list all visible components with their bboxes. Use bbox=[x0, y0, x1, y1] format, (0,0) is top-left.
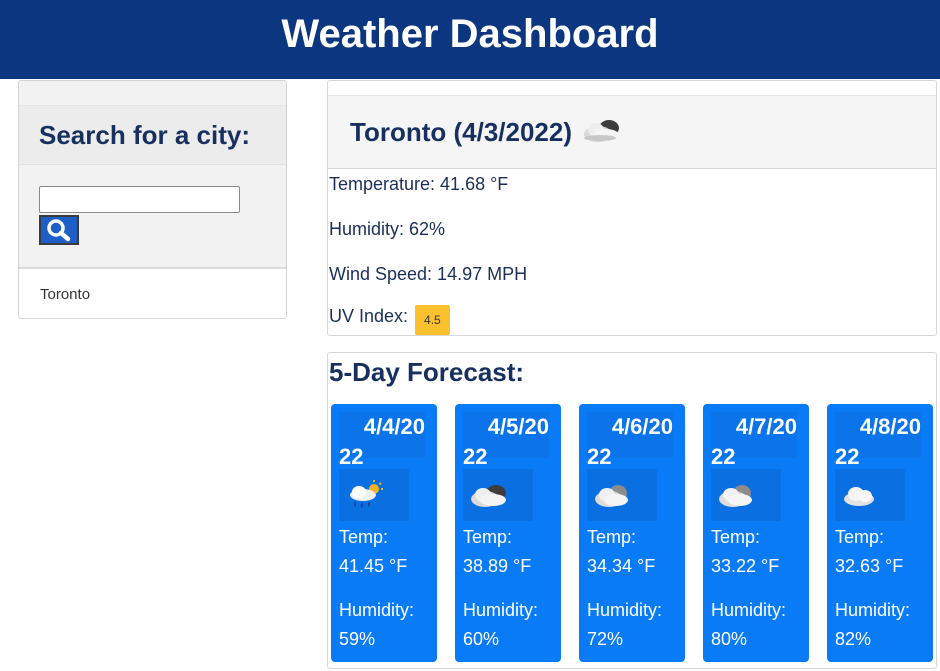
forecast-temp: 38.89 °F bbox=[463, 556, 532, 576]
forecast-temp: 32.63 °F bbox=[835, 556, 904, 576]
forecast-date: 4/5/20 22 bbox=[463, 412, 549, 469]
uv-index-label: UV Index: bbox=[329, 306, 409, 326]
current-wind-speed: Wind Speed: 14.97 MPH bbox=[329, 264, 528, 284]
forecast-date-line: 22 bbox=[463, 444, 488, 469]
forecast-card: 4/7/20 22 Temp: 33.22 °F Humidity: 80% bbox=[703, 404, 809, 662]
forecast-date: 4/8/20 22 bbox=[835, 412, 921, 469]
forecast-humidity: 59% bbox=[339, 629, 376, 649]
forecast-date: 4/4/20 22 bbox=[339, 412, 425, 469]
forecast-date: 4/6/20 22 bbox=[587, 412, 673, 469]
forecast-heading: 5-Day Forecast: bbox=[329, 357, 525, 387]
forecast-date-line: 4/8/20 bbox=[859, 414, 921, 439]
rain-sun-icon bbox=[339, 469, 409, 521]
forecast-date-line: 22 bbox=[711, 444, 736, 469]
forecast-temp-label: Temp: bbox=[339, 527, 389, 547]
forecast-humidity: 60% bbox=[463, 629, 500, 649]
forecast-date-line: 4/6/20 bbox=[611, 414, 673, 439]
app-header: Weather Dashboard bbox=[0, 0, 940, 79]
forecast-date: 4/7/20 22 bbox=[711, 412, 797, 469]
current-temperature: Temperature: 41.68 °F bbox=[329, 174, 509, 194]
forecast-card: 4/8/20 22 Temp: 32.63 °F Humidity: 82% bbox=[827, 404, 933, 662]
search-area bbox=[19, 165, 286, 269]
city-search-input[interactable] bbox=[39, 186, 240, 213]
page-title: Weather Dashboard bbox=[281, 12, 659, 56]
forecast-date-line: 4/7/20 bbox=[735, 414, 797, 439]
forecast-temp-label: Temp: bbox=[587, 527, 637, 547]
forecast-humidity: 80% bbox=[711, 629, 748, 649]
current-uv-index: UV Index: 4.5 bbox=[329, 303, 450, 335]
search-panel-top bbox=[19, 81, 286, 106]
forecast-temp: 33.22 °F bbox=[711, 556, 780, 576]
forecast-humidity-label: Humidity: bbox=[463, 600, 539, 620]
forecast-temp-label: Temp: bbox=[711, 527, 761, 547]
current-city-title: Toronto (4/3/2022) bbox=[350, 116, 573, 147]
forecast-date-line: 4/5/20 bbox=[487, 414, 549, 439]
search-panel: Search for a city: Toronto bbox=[18, 80, 287, 319]
forecast-humidity: 72% bbox=[587, 629, 624, 649]
partly-cloudy-night-icon bbox=[580, 115, 624, 150]
forecast-humidity-label: Humidity: bbox=[711, 600, 787, 620]
search-heading: Search for a city: bbox=[19, 106, 286, 165]
forecast-humidity-label: Humidity: bbox=[835, 600, 911, 620]
broken-clouds-icon bbox=[587, 469, 657, 521]
current-weather-panel: Toronto (4/3/2022) Temperature: 41.68 °F… bbox=[327, 80, 937, 336]
search-button[interactable] bbox=[39, 215, 79, 245]
forecast-card: 4/6/20 22 Temp: 34.34 °F Humidity: 72% bbox=[579, 404, 685, 662]
forecast-temp: 34.34 °F bbox=[587, 556, 656, 576]
forecast-card: 4/5/20 22 Temp: 38.89 °F Humidity: 60% bbox=[455, 404, 561, 662]
forecast-panel: 5-Day Forecast: 4/4/20 22 Temp: 41.45 °F… bbox=[327, 352, 937, 669]
current-weather-header: Toronto (4/3/2022) bbox=[328, 95, 936, 169]
forecast-date-line: 4/4/20 bbox=[363, 414, 425, 439]
forecast-date-line: 22 bbox=[587, 444, 612, 469]
forecast-card: 4/4/20 22 Temp: 41.45 °F Humidity: 59% bbox=[331, 404, 437, 662]
broken-clouds-icon bbox=[711, 469, 781, 521]
forecast-humidity-label: Humidity: bbox=[339, 600, 415, 620]
forecast-temp-label: Temp: bbox=[463, 527, 513, 547]
forecast-date-line: 22 bbox=[835, 444, 860, 469]
partly-cloudy-night-icon bbox=[463, 469, 533, 521]
uv-index-badge: 4.5 bbox=[415, 305, 450, 335]
search-icon bbox=[47, 219, 71, 242]
current-humidity: Humidity: 62% bbox=[329, 219, 446, 239]
history-item-toronto[interactable]: Toronto bbox=[19, 269, 286, 318]
forecast-humidity: 82% bbox=[835, 629, 872, 649]
forecast-temp: 41.45 °F bbox=[339, 556, 408, 576]
forecast-temp-label: Temp: bbox=[835, 527, 885, 547]
cloud-icon bbox=[835, 469, 905, 521]
forecast-humidity-label: Humidity: bbox=[587, 600, 663, 620]
forecast-date-line: 22 bbox=[339, 444, 364, 469]
